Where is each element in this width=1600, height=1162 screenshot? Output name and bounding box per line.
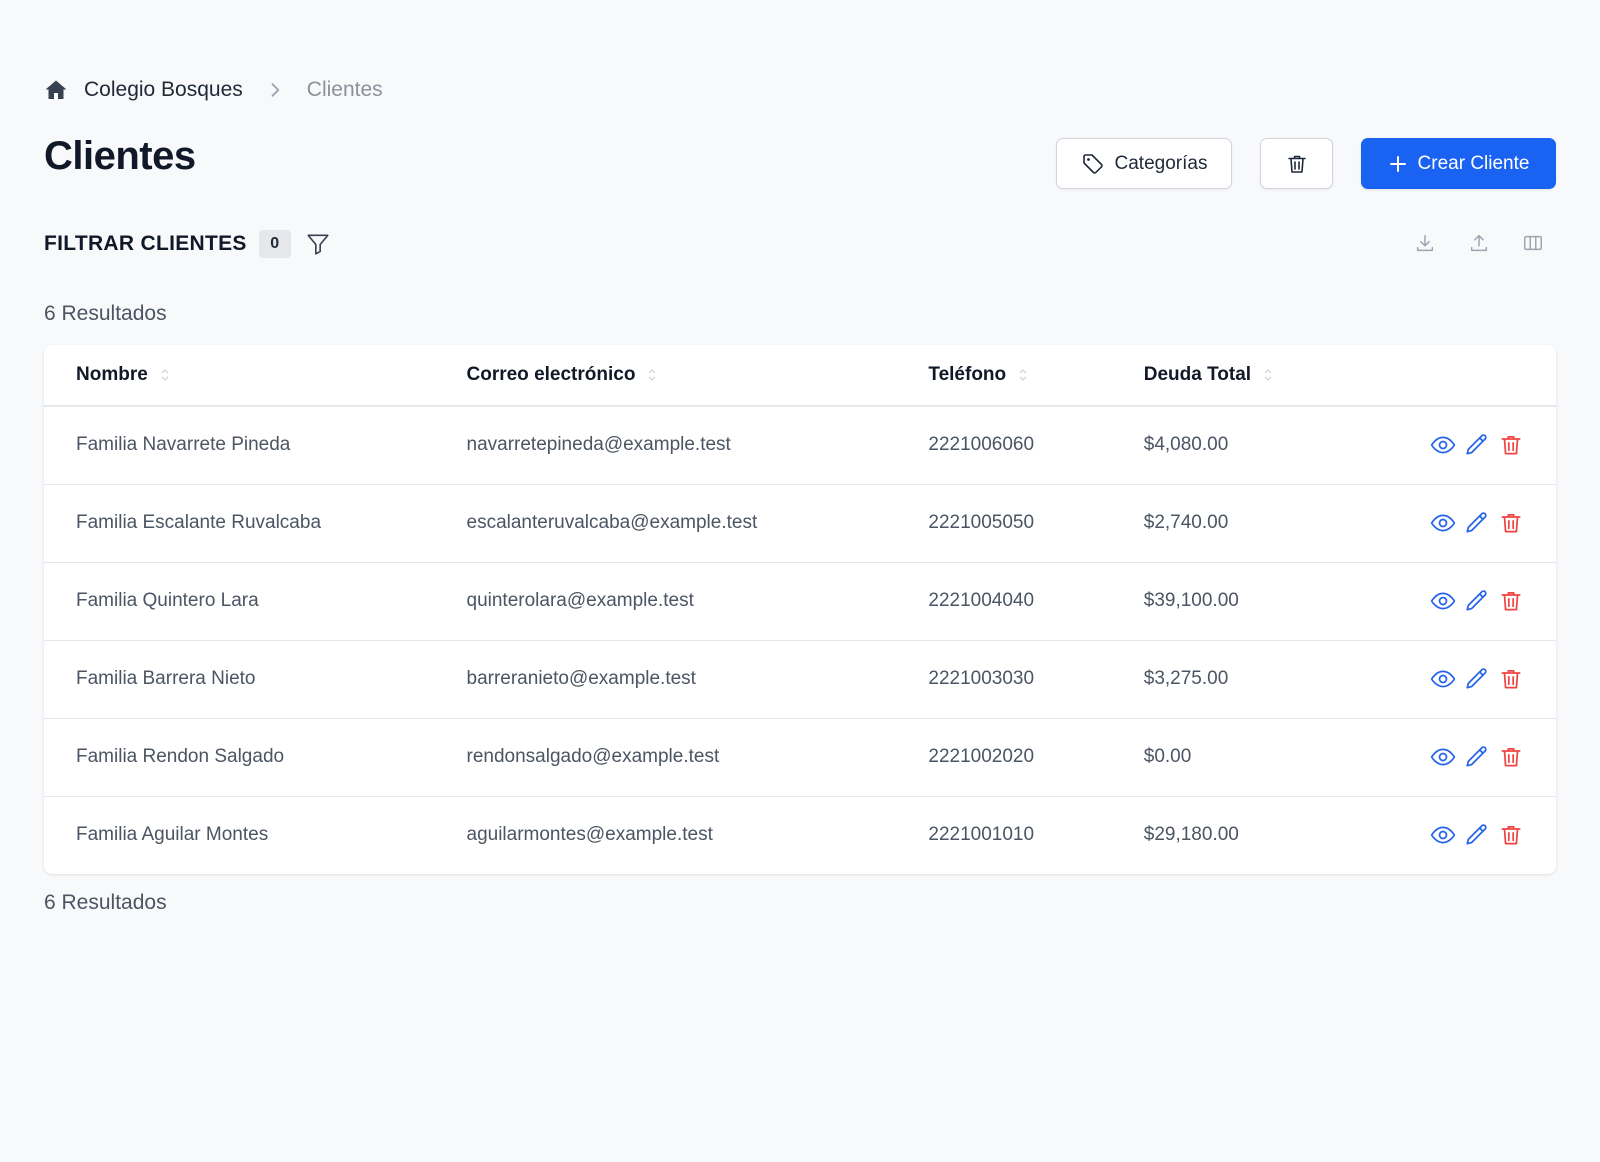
pencil-icon[interactable] (1464, 822, 1490, 848)
client-debt: $3,275.00 (1143, 668, 1229, 689)
client-debt: $0.00 (1143, 746, 1192, 767)
pencil-icon[interactable] (1464, 510, 1490, 536)
eye-icon[interactable] (1430, 822, 1456, 848)
client-email: escalanteruvalcaba@example.test (466, 512, 758, 533)
row-actions (1430, 510, 1556, 536)
columns-icon[interactable] (1522, 232, 1544, 254)
client-debt: $29,180.00 (1143, 824, 1239, 846)
trash-icon (1285, 152, 1309, 176)
row-actions (1430, 588, 1556, 614)
filter-icon[interactable] (305, 231, 331, 257)
plus-icon (1388, 154, 1408, 174)
client-name: Familia Quintero Lara (76, 590, 259, 611)
column-header-actions (1430, 345, 1556, 406)
eye-icon[interactable] (1430, 510, 1456, 536)
client-phone: 2221002020 (928, 746, 1035, 767)
trash-icon[interactable] (1498, 666, 1524, 692)
client-phone: 2221003030 (928, 668, 1035, 689)
upload-icon[interactable] (1468, 232, 1490, 254)
table-header-row: Nombre Correo electrónico Teléfono Deuda… (44, 345, 1556, 406)
pencil-icon[interactable] (1464, 744, 1490, 770)
column-header-debt[interactable]: Deuda Total (1144, 345, 1430, 406)
breadcrumb: Colegio Bosques Clientes (44, 78, 383, 102)
column-header-name[interactable]: Nombre (44, 345, 467, 406)
client-email: rendonsalgado@example.test (466, 746, 720, 767)
sort-icon (161, 369, 169, 381)
client-email: barreranieto@example.test (466, 668, 696, 689)
table-row[interactable]: Familia Aguilar Montes aguilarmontes@exa… (44, 796, 1556, 874)
trash-icon[interactable] (1498, 588, 1524, 614)
eye-icon[interactable] (1430, 432, 1456, 458)
pencil-icon[interactable] (1464, 588, 1490, 614)
eye-icon[interactable] (1430, 744, 1456, 770)
page-title: Clientes (44, 134, 196, 178)
create-client-button[interactable]: Crear Cliente (1361, 138, 1556, 189)
row-actions (1430, 666, 1556, 692)
trash-icon[interactable] (1498, 432, 1524, 458)
client-phone: 2221005050 (928, 512, 1035, 533)
sort-icon (1264, 369, 1272, 381)
row-actions-cell (1430, 718, 1556, 796)
client-name: Familia Aguilar Montes (76, 824, 269, 846)
categories-button-label: Categorías (1114, 152, 1208, 174)
chevron-right-icon (265, 80, 285, 100)
client-phone: 2221006060 (928, 434, 1035, 456)
row-actions (1430, 432, 1556, 458)
clients-page: Colegio Bosques Clientes Clientes Catego… (0, 0, 1600, 1162)
results-count-bottom: 6 Resultados (44, 891, 167, 914)
filter-title[interactable]: FILTRAR CLIENTES (44, 232, 247, 256)
client-email: aguilarmontes@example.test (466, 824, 713, 846)
sort-icon (1019, 369, 1027, 381)
pencil-icon[interactable] (1464, 666, 1490, 692)
column-header-phone[interactable]: Teléfono (928, 345, 1143, 406)
client-name: Familia Navarrete Pineda (76, 434, 291, 456)
client-email: quinterolara@example.test (466, 590, 694, 611)
column-header-email[interactable]: Correo electrónico (467, 345, 929, 406)
breadcrumb-current: Clientes (306, 78, 383, 101)
client-name: Familia Barrera Nieto (76, 668, 256, 689)
table-row[interactable]: Familia Quintero Lara quinterolara@examp… (44, 562, 1556, 640)
row-actions-cell (1430, 640, 1556, 718)
table-row[interactable]: Familia Barrera Nieto barreranieto@examp… (44, 640, 1556, 718)
client-debt: $2,740.00 (1143, 512, 1229, 533)
table-body: Familia Navarrete Pineda navarretepineda… (44, 406, 1556, 874)
filter-row: FILTRAR CLIENTES 0 (44, 230, 331, 258)
home-icon[interactable] (44, 78, 68, 102)
create-client-label: Crear Cliente (1417, 152, 1530, 174)
sort-icon (648, 369, 656, 381)
row-actions-cell (1430, 484, 1556, 562)
table-row[interactable]: Familia Rendon Salgado rendonsalgado@exa… (44, 718, 1556, 796)
row-actions-cell (1430, 796, 1556, 874)
breadcrumb-root[interactable]: Colegio Bosques (84, 78, 243, 102)
results-count-top: 6 Resultados (44, 302, 167, 325)
trash-icon[interactable] (1498, 510, 1524, 536)
pencil-icon[interactable] (1464, 432, 1490, 458)
trash-icon[interactable] (1498, 822, 1524, 848)
download-icon[interactable] (1414, 232, 1436, 254)
client-phone: 2221004040 (928, 590, 1035, 611)
table-tools (1414, 232, 1544, 254)
table-row[interactable]: Familia Escalante Ruvalcaba escalanteruv… (44, 484, 1556, 562)
eye-icon[interactable] (1430, 588, 1456, 614)
client-debt: $4,080.00 (1143, 434, 1229, 456)
tag-icon (1081, 152, 1105, 176)
client-name: Familia Rendon Salgado (76, 746, 285, 767)
client-email: navarretepineda@example.test (466, 434, 731, 456)
table-row[interactable]: Familia Navarrete Pineda navarretepineda… (44, 406, 1556, 484)
filter-count-badge: 0 (258, 230, 291, 258)
clients-table: Nombre Correo electrónico Teléfono Deuda… (44, 345, 1556, 874)
header-actions: Categorías Crear Cliente (1056, 138, 1556, 189)
row-actions (1430, 744, 1556, 770)
row-actions-cell (1430, 562, 1556, 640)
client-debt: $39,100.00 (1143, 590, 1239, 611)
client-phone: 2221001010 (928, 824, 1035, 846)
categories-button[interactable]: Categorías (1056, 138, 1232, 189)
eye-icon[interactable] (1430, 666, 1456, 692)
row-actions (1430, 822, 1556, 848)
row-actions-cell (1430, 406, 1556, 484)
trash-button[interactable] (1260, 138, 1333, 189)
client-name: Familia Escalante Ruvalcaba (76, 512, 322, 533)
trash-icon[interactable] (1498, 744, 1524, 770)
